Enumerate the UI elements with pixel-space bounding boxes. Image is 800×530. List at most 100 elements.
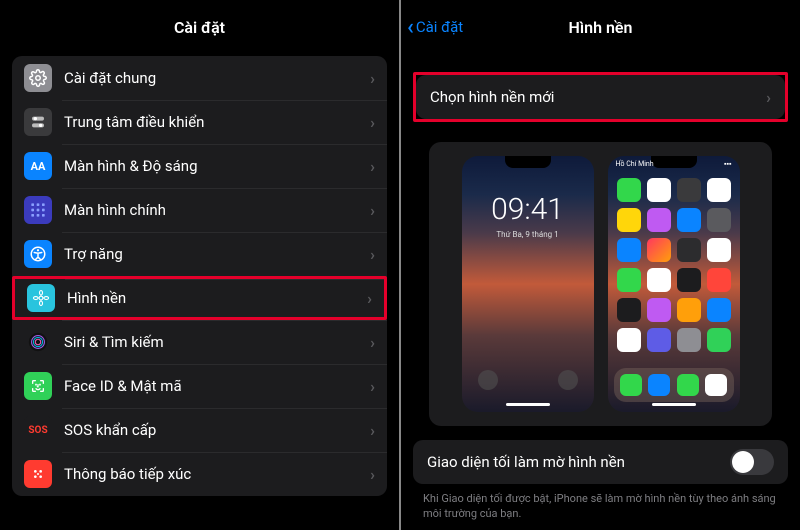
wallpaper-previews: 09:41 Thứ Ba, 9 tháng 1 Hồ Chí Minh ▪▪▪	[429, 142, 772, 426]
chevron-right-icon: ›	[370, 465, 375, 484]
app-icon	[677, 268, 701, 292]
row-display-brightness[interactable]: AA Màn hình & Độ sáng ›	[12, 144, 387, 188]
header-wallpaper: ‹ Cài đặt Hình nền	[401, 6, 800, 48]
siri-icon	[24, 328, 52, 356]
row-siri-search[interactable]: Siri & Tìm kiếm ›	[12, 320, 387, 364]
row-label: SOS khẩn cấp	[64, 421, 370, 439]
chevron-right-icon: ›	[370, 333, 375, 352]
gear-icon	[24, 64, 52, 92]
row-home-screen[interactable]: Màn hình chính ›	[12, 188, 387, 232]
settings-panel: Cài đặt Cài đặt chung › Trung tâm điều k…	[0, 0, 401, 530]
app-icon	[677, 208, 701, 232]
chevron-right-icon: ›	[370, 245, 375, 264]
app-icon	[707, 298, 731, 322]
app-icon	[647, 268, 671, 292]
row-label: Trợ năng	[64, 245, 370, 263]
back-label: Cài đặt	[416, 18, 463, 36]
app-icon	[677, 298, 701, 322]
settings-list: Cài đặt chung › Trung tâm điều khiển › A…	[12, 56, 387, 496]
row-label: Màn hình & Độ sáng	[64, 157, 370, 175]
page-title: Hình nền	[569, 18, 633, 37]
flashlight-icon	[478, 370, 498, 390]
dock-app-icon	[620, 374, 642, 396]
chevron-right-icon: ›	[370, 421, 375, 440]
lock-time: 09:41	[462, 192, 594, 227]
dim-toggle[interactable]	[730, 449, 774, 475]
row-exposure-notifications[interactable]: Thông báo tiếp xúc ›	[12, 452, 387, 496]
app-icon	[707, 238, 731, 262]
grid-icon	[24, 196, 52, 224]
chevron-right-icon: ›	[370, 201, 375, 220]
row-label: Màn hình chính	[64, 201, 370, 219]
app-icon	[617, 208, 641, 232]
dim-footnote: Khi Giao diện tối được bật, iPhone sẽ là…	[423, 492, 778, 522]
chevron-right-icon: ›	[367, 289, 372, 308]
row-general[interactable]: Cài đặt chung ›	[12, 56, 387, 100]
flower-icon	[27, 284, 55, 312]
camera-icon	[558, 370, 578, 390]
chevron-left-icon: ‹	[407, 15, 414, 40]
row-label: Hình nền	[67, 289, 367, 307]
text-size-icon: AA	[24, 152, 52, 180]
faceid-icon	[24, 372, 52, 400]
app-icon	[707, 208, 731, 232]
lock-shortcuts	[462, 370, 594, 390]
dim-wallpaper-row: Giao diện tối làm mờ hình nền	[413, 440, 788, 484]
lockscreen-preview[interactable]: 09:41 Thứ Ba, 9 tháng 1	[462, 156, 594, 412]
status-carrier: Hồ Chí Minh	[616, 160, 654, 168]
app-icon	[647, 298, 671, 322]
row-control-center[interactable]: Trung tâm điều khiển ›	[12, 100, 387, 144]
row-label: Trung tâm điều khiển	[64, 113, 370, 131]
chevron-right-icon: ›	[370, 113, 375, 132]
app-grid	[616, 178, 732, 352]
app-icon	[647, 238, 671, 262]
notch	[505, 156, 551, 168]
sliders-icon	[24, 108, 52, 136]
app-icon	[617, 298, 641, 322]
app-icon	[707, 328, 731, 352]
status-indicators: ▪▪▪	[724, 160, 731, 168]
dock-app-icon	[705, 374, 727, 396]
choose-label: Chọn hình nền mới	[430, 88, 554, 106]
home-indicator	[652, 403, 696, 406]
app-icon	[677, 178, 701, 202]
homescreen-preview[interactable]: Hồ Chí Minh ▪▪▪	[608, 156, 740, 412]
row-sos[interactable]: SOS SOS khẩn cấp ›	[12, 408, 387, 452]
choose-wallpaper-row[interactable]: Chọn hình nền mới ›	[416, 75, 785, 119]
lock-date: Thứ Ba, 9 tháng 1	[462, 230, 594, 239]
app-icon	[647, 208, 671, 232]
app-icon	[617, 328, 641, 352]
header-settings: Cài đặt	[0, 6, 399, 48]
app-icon	[617, 238, 641, 262]
choose-wallpaper-highlight: Chọn hình nền mới ›	[413, 72, 788, 122]
app-icon	[707, 268, 731, 292]
app-icon	[677, 238, 701, 262]
page-title: Cài đặt	[174, 18, 225, 37]
row-label: Siri & Tìm kiếm	[64, 333, 370, 351]
dock-app-icon	[677, 374, 699, 396]
chevron-right-icon: ›	[766, 88, 771, 107]
row-label: Thông báo tiếp xúc	[64, 465, 370, 483]
row-label: Cài đặt chung	[64, 69, 370, 87]
accessibility-icon	[24, 240, 52, 268]
sos-icon: SOS	[24, 416, 52, 444]
app-icon	[617, 178, 641, 202]
dock-app-icon	[648, 374, 670, 396]
row-label: Face ID & Mật mã	[64, 377, 370, 395]
status-bar: Hồ Chí Minh ▪▪▪	[608, 160, 740, 168]
app-icon	[707, 178, 731, 202]
toggle-knob	[732, 451, 754, 473]
dock	[614, 368, 734, 402]
chevron-right-icon: ›	[370, 69, 375, 88]
back-button[interactable]: ‹ Cài đặt	[407, 6, 463, 48]
app-icon	[647, 178, 671, 202]
row-wallpaper[interactable]: Hình nền ›	[12, 276, 387, 320]
chevron-right-icon: ›	[370, 157, 375, 176]
home-indicator	[506, 403, 550, 406]
row-accessibility[interactable]: Trợ năng ›	[12, 232, 387, 276]
wallpaper-panel: ‹ Cài đặt Hình nền Chọn hình nền mới › 0…	[401, 0, 800, 530]
app-icon	[647, 328, 671, 352]
app-icon	[677, 328, 701, 352]
exposure-icon	[24, 460, 52, 488]
row-faceid-passcode[interactable]: Face ID & Mật mã ›	[12, 364, 387, 408]
